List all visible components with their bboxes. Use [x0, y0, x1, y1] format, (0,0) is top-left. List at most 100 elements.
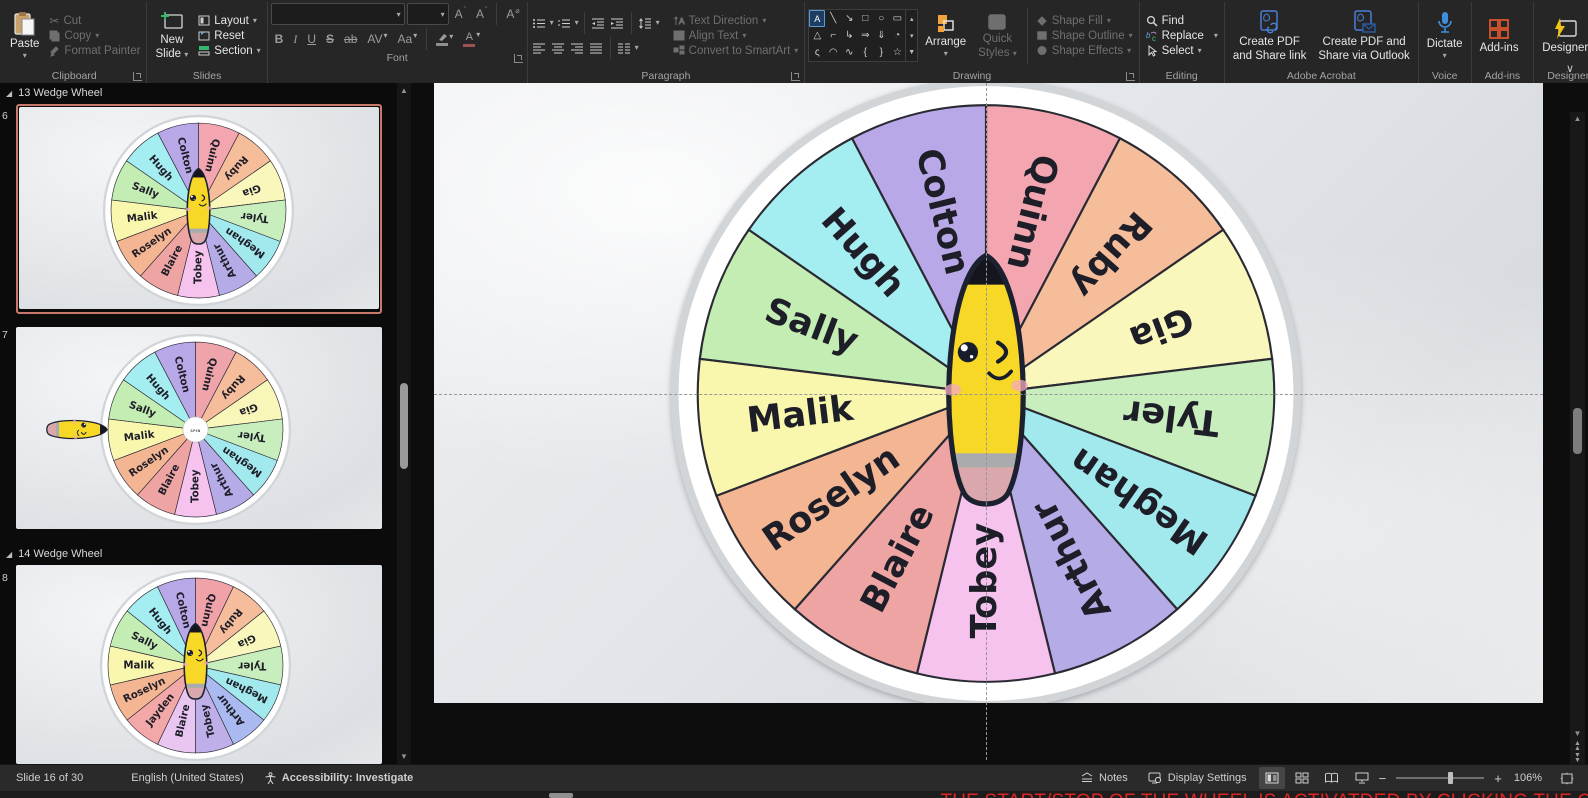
create-pdf-share-link-button[interactable]: Create PDF and Share link [1228, 7, 1312, 65]
reading-view-button[interactable] [1319, 767, 1345, 789]
shape-outline-button[interactable]: Shape Outline▾ [1033, 29, 1136, 43]
line-spacing-button[interactable] [637, 15, 654, 32]
convert-smartart-button[interactable]: Convert to SmartArt▾ [670, 44, 802, 58]
shape-star-icon[interactable]: ☆ [889, 44, 905, 61]
shape-right-brace-icon[interactable]: } [873, 44, 889, 61]
shadow-button[interactable]: S [322, 31, 338, 47]
section-header-14-wedge[interactable]: ◢14 Wedge Wheel [6, 548, 102, 560]
paste-button[interactable]: Paste ▾ [5, 9, 44, 62]
next-slide-button[interactable]: ▼▼ [1570, 753, 1585, 764]
text-direction-button[interactable]: AText Direction▾ [670, 14, 802, 28]
format-painter-button[interactable]: Format Painter [46, 44, 143, 58]
fit-slide-button[interactable] [1554, 767, 1580, 789]
justify-button[interactable] [588, 40, 605, 57]
shape-oval-icon[interactable]: ○ [873, 10, 889, 27]
new-slide-button[interactable]: New Slide ▾ [150, 9, 193, 63]
scroll-down-icon[interactable]: ▼ [1570, 730, 1585, 738]
arrange-button[interactable]: Arrange ▾ [920, 11, 971, 60]
copy-button[interactable]: Copy▾ [46, 29, 143, 43]
shape-arrow-icon[interactable]: ↘ [841, 10, 857, 27]
shape-curve-icon[interactable]: ∿ [841, 44, 857, 61]
shape-left-brace-icon[interactable]: { [857, 44, 873, 61]
shape-down-arrow-icon[interactable]: ⇓ [873, 27, 889, 44]
bold-button[interactable]: B [271, 31, 288, 47]
shape-fill-button[interactable]: Shape Fill▾ [1033, 14, 1136, 28]
align-text-button[interactable]: Align Text▾ [670, 29, 802, 43]
font-color-button[interactable]: A▾ [459, 30, 484, 48]
slide-sorter-view-button[interactable] [1289, 767, 1315, 789]
find-button[interactable]: Find [1143, 14, 1221, 28]
quick-styles-button[interactable]: Quick Styles ▾ [973, 10, 1022, 62]
slide-indicator[interactable]: Slide 16 of 30 [6, 765, 93, 791]
select-button[interactable]: Select▾ [1143, 44, 1221, 58]
slide-thumbnail-7[interactable]: QuinnRubyGiaTylerMeghanArthurTobeyBlaire… [16, 327, 382, 529]
columns-button[interactable] [616, 40, 633, 57]
change-case-button[interactable]: Aa▾ [394, 31, 422, 47]
designer-button[interactable]: Designer [1537, 15, 1588, 57]
shape-rounded-rect-icon[interactable]: ▭ [889, 10, 905, 27]
slide-canvas[interactable]: QuinnRubyGiaTylerMeghanArthurTobeyBlaire… [434, 83, 1543, 703]
shape-partial-icon[interactable]: ◔ [889, 27, 905, 44]
gallery-up-icon[interactable]: ▴ [906, 10, 917, 27]
shape-arc-icon[interactable]: ◠ [825, 44, 841, 61]
shape-rectangle-icon[interactable]: □ [857, 10, 873, 27]
slide-thumbnail-6[interactable]: QuinnRubyGiaTylerMeghanArthurTobeyBlaire… [16, 104, 382, 314]
scrollbar-thumb[interactable] [400, 383, 408, 469]
zoom-in-button[interactable]: + [1492, 771, 1504, 786]
section-button[interactable]: Section▾ [195, 44, 263, 58]
horizontal-guide[interactable] [434, 394, 1543, 395]
text-highlight-button[interactable]: ▾ [432, 32, 457, 47]
vertical-guide[interactable] [986, 83, 987, 760]
scrollbar-thumb[interactable] [1573, 408, 1582, 454]
create-pdf-outlook-button[interactable]: Create PDF and Share via Outlook [1313, 7, 1414, 65]
font-family-select[interactable]: ▾ [271, 3, 405, 25]
layout-button[interactable]: Layout▾ [195, 14, 263, 28]
scroll-down-icon[interactable]: ▼ [397, 752, 411, 761]
slideshow-view-button[interactable] [1349, 767, 1375, 789]
shape-effects-button[interactable]: Shape Effects▾ [1033, 44, 1136, 58]
shape-line-icon[interactable]: ╲ [825, 10, 841, 27]
shape-elbow-arrow-icon[interactable]: ↳ [841, 27, 857, 44]
dictate-button[interactable]: Dictate ▾ [1422, 9, 1468, 62]
italic-button[interactable]: I [289, 31, 301, 48]
align-left-button[interactable] [531, 40, 548, 57]
replace-button[interactable]: bcReplace▾ [1143, 29, 1221, 43]
increase-indent-button[interactable] [609, 15, 626, 32]
shape-elbow-icon[interactable]: ⌐ [825, 27, 841, 44]
display-settings-button[interactable]: Display Settings [1138, 765, 1257, 791]
dialog-launcher-icon[interactable] [791, 72, 800, 81]
shape-triangle-icon[interactable]: △ [809, 27, 825, 44]
shrink-font-button[interactable]: Aˇ [472, 6, 491, 22]
dialog-launcher-icon[interactable] [514, 54, 523, 63]
decrease-indent-button[interactable] [590, 15, 607, 32]
zoom-slider-thumb[interactable] [1448, 772, 1453, 784]
collapse-ribbon-icon[interactable]: ∨ [1566, 62, 1574, 75]
language-indicator[interactable]: English (United States) [121, 765, 254, 791]
cut-button[interactable]: ✂Cut [46, 14, 143, 28]
scroll-up-icon[interactable]: ▲ [1570, 115, 1585, 123]
character-spacing-button[interactable]: AV▾ [363, 31, 391, 47]
slide-thumbnail-8[interactable]: QuinnRubyGiaTylerMeghanArthurTobeyBlaire… [16, 565, 382, 764]
previous-slide-button[interactable]: ▲▲ [1570, 741, 1585, 752]
gallery-more-icon[interactable]: ▼ [906, 44, 917, 61]
gallery-down-icon[interactable]: ▾ [906, 27, 917, 44]
font-size-select[interactable]: ▾ [407, 3, 449, 25]
zoom-level[interactable]: 106% [1504, 765, 1552, 791]
grow-font-button[interactable]: Aˆ [451, 6, 470, 22]
shape-scribble-icon[interactable]: ς [809, 44, 825, 61]
clear-formatting-button[interactable]: A⌀ [502, 6, 523, 22]
zoom-out-button[interactable]: − [1377, 771, 1389, 786]
align-right-button[interactable] [569, 40, 586, 57]
addins-button[interactable]: Add-ins [1475, 15, 1524, 57]
align-center-button[interactable] [550, 40, 567, 57]
zoom-slider[interactable] [1396, 777, 1484, 779]
reset-button[interactable]: Reset [195, 29, 263, 43]
underline-button[interactable]: U [303, 31, 320, 47]
numbering-button[interactable] [556, 15, 573, 32]
accessibility-status[interactable]: Accessibility: Investigate [254, 765, 423, 791]
section-header-13-wedge[interactable]: ◢13 Wedge Wheel [6, 87, 102, 99]
dialog-launcher-icon[interactable] [133, 72, 142, 81]
dialog-launcher-icon[interactable] [1126, 72, 1135, 81]
scroll-up-icon[interactable]: ▲ [397, 86, 411, 95]
shape-textbox-icon[interactable]: A [809, 10, 825, 27]
